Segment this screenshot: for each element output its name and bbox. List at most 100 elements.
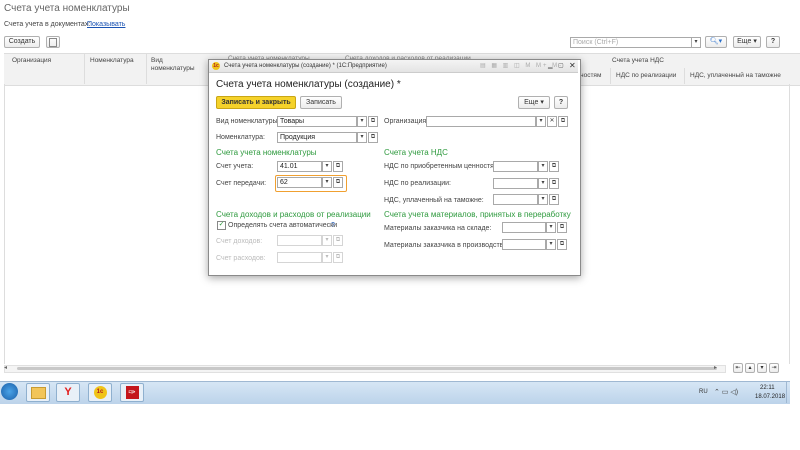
copy-button[interactable] — [46, 36, 60, 48]
account-dropdown-button[interactable]: ▾ — [322, 161, 332, 172]
mat-production-field[interactable] — [502, 239, 546, 250]
copy-icon — [49, 38, 57, 47]
1c-app-icon: 1с — [212, 62, 220, 70]
file-explorer-icon[interactable] — [26, 383, 50, 402]
transfer-open-button[interactable]: ⧉ — [333, 177, 343, 188]
dialog-window-title: Счета учета номенклатуры (создание) * (1… — [224, 63, 387, 69]
expense-dropdown-button[interactable]: ▾ — [322, 252, 332, 263]
help-button[interactable]: ? — [766, 36, 780, 48]
col-vat-acquired-fragment[interactable]: ностям — [580, 72, 601, 80]
minimize-icon[interactable]: ▁ — [548, 62, 553, 69]
kind-dropdown-button[interactable]: ▾ — [357, 116, 367, 127]
scroll-up-button[interactable]: ▴ — [745, 363, 755, 373]
auto-help-icon[interactable]: ? — [331, 222, 335, 229]
scroll-first-button[interactable]: ⇤ — [733, 363, 743, 373]
vat-sales-dropdown-button[interactable]: ▾ — [538, 178, 548, 189]
vat-acquired-dropdown-button[interactable]: ▾ — [538, 161, 548, 172]
page-title: Счета учета номенклатуры — [4, 3, 130, 14]
mat-warehouse-dropdown-button[interactable]: ▾ — [546, 222, 556, 233]
save-close-button[interactable]: Записать и закрыть — [216, 96, 296, 109]
close-icon[interactable]: ✕ — [569, 61, 576, 70]
auto-label[interactable]: Определять счета автоматически — [228, 222, 337, 229]
mat-production-label: Материалы заказчика в производстве: — [384, 242, 510, 249]
col-vat-sales[interactable]: НДС по реализации — [616, 72, 676, 80]
dialog-more-button[interactable]: Еще ▾ — [518, 96, 550, 109]
item-dropdown-button[interactable]: ▾ — [357, 132, 367, 143]
expense-field[interactable] — [277, 252, 322, 263]
vat-acquired-open-button[interactable]: ⧉ — [549, 161, 559, 172]
vat-customs-dropdown-button[interactable]: ▾ — [538, 194, 548, 205]
account-label: Счет учета: — [216, 163, 254, 170]
vat-customs-field[interactable] — [493, 194, 538, 205]
col-kind[interactable]: Вид номенклатуры — [151, 57, 201, 73]
dialog-help-button[interactable]: ? — [554, 96, 568, 109]
maximize-icon[interactable]: ▢ — [558, 62, 564, 69]
yandex-browser-icon[interactable]: Y — [56, 383, 80, 402]
col-vat-customs[interactable]: НДС, уплаченный на таможне — [690, 72, 781, 80]
horizontal-scrollbar[interactable] — [4, 365, 726, 373]
vat-customs-open-button[interactable]: ⧉ — [549, 194, 559, 205]
more-button[interactable]: Еще ▾ — [733, 36, 761, 48]
kind-label: Вид номенклатуры: — [216, 118, 280, 125]
income-open-button[interactable]: ⧉ — [333, 235, 343, 246]
income-field[interactable] — [277, 235, 322, 246]
account-field[interactable]: 41.01 — [277, 161, 322, 172]
search-clear-button[interactable]: ▾ — [691, 37, 701, 48]
clock-time[interactable]: 22:11 — [760, 385, 775, 391]
scroll-down-button[interactable]: ▾ — [757, 363, 767, 373]
col-divider — [610, 68, 611, 84]
language-indicator[interactable]: RU — [699, 389, 708, 395]
search-icon: 🔍︎▾ — [709, 38, 723, 45]
col-organization[interactable]: Организация — [12, 57, 51, 65]
transfer-dropdown-button[interactable]: ▾ — [322, 177, 332, 188]
item-field[interactable]: Продукция — [277, 132, 357, 143]
docs-label: Счета учета в документах: — [4, 21, 91, 28]
income-section-title: Счета доходов и расходов от реализации — [216, 210, 371, 219]
transfer-field[interactable]: 62 — [277, 177, 322, 188]
vat-sales-field[interactable] — [493, 178, 538, 189]
org-clear-button[interactable]: ✕ — [547, 116, 557, 127]
income-dropdown-button[interactable]: ▾ — [322, 235, 332, 246]
org-open-button[interactable]: ⧉ — [558, 116, 568, 127]
vat-section-title: Счета учета НДС — [384, 148, 448, 157]
mat-warehouse-label: Материалы заказчика на складе: — [384, 225, 492, 232]
tray-icons[interactable]: ⌃ ▭ ◁) — [714, 388, 738, 396]
create-button[interactable]: Создать — [4, 36, 40, 48]
scroll-left-arrow-icon[interactable]: ◂ — [4, 364, 7, 371]
accounts-section-title: Счета учета номенклатуры — [216, 148, 317, 157]
org-field[interactable] — [426, 116, 536, 127]
clock-date[interactable]: 18.07.2018 — [755, 394, 785, 400]
account-open-button[interactable]: ⧉ — [333, 161, 343, 172]
auto-checkbox[interactable]: ✓ — [217, 221, 226, 230]
docs-show-link[interactable]: Показывать — [87, 21, 125, 28]
scroll-last-button[interactable]: ⇥ — [769, 363, 779, 373]
col-nomenclature[interactable]: Номенклатура — [90, 57, 134, 65]
mat-warehouse-field[interactable] — [502, 222, 546, 233]
kind-open-button[interactable]: ⧉ — [368, 116, 378, 127]
more-label: Еще — [737, 38, 752, 45]
pdf-reader-icon[interactable]: ✑ — [120, 383, 144, 402]
search-input[interactable]: Поиск (Ctrl+F) — [570, 37, 692, 48]
mat-warehouse-open-button[interactable]: ⧉ — [557, 222, 567, 233]
materials-section-title: Счета учета материалов, принятых в перер… — [384, 210, 571, 219]
1c-enterprise-icon[interactable]: 1с — [88, 383, 112, 402]
mat-production-dropdown-button[interactable]: ▾ — [546, 239, 556, 250]
windows-start-icon[interactable] — [1, 383, 18, 400]
mat-production-open-button[interactable]: ⧉ — [557, 239, 567, 250]
vat-sales-open-button[interactable]: ⧉ — [549, 178, 559, 189]
item-open-button[interactable]: ⧉ — [368, 132, 378, 143]
scrollbar-thumb[interactable] — [17, 367, 717, 370]
dialog-heading: Счета учета номенклатуры (создание) * — [216, 79, 401, 90]
expense-open-button[interactable]: ⧉ — [333, 252, 343, 263]
kind-field[interactable]: Товары — [277, 116, 357, 127]
income-label: Счет доходов: — [216, 238, 263, 245]
org-dropdown-button[interactable]: ▾ — [536, 116, 546, 127]
vat-acquired-field[interactable] — [493, 161, 538, 172]
save-button[interactable]: Записать — [300, 96, 342, 109]
show-desktop-button[interactable] — [786, 382, 791, 403]
search-button[interactable]: 🔍︎▾ — [705, 36, 727, 48]
scroll-right-arrow-icon[interactable]: ▸ — [714, 364, 717, 371]
col-vat-accounts: Счета учета НДС — [612, 57, 664, 64]
expense-label: Счет расходов: — [216, 255, 266, 262]
org-label: Организация: — [384, 118, 429, 125]
